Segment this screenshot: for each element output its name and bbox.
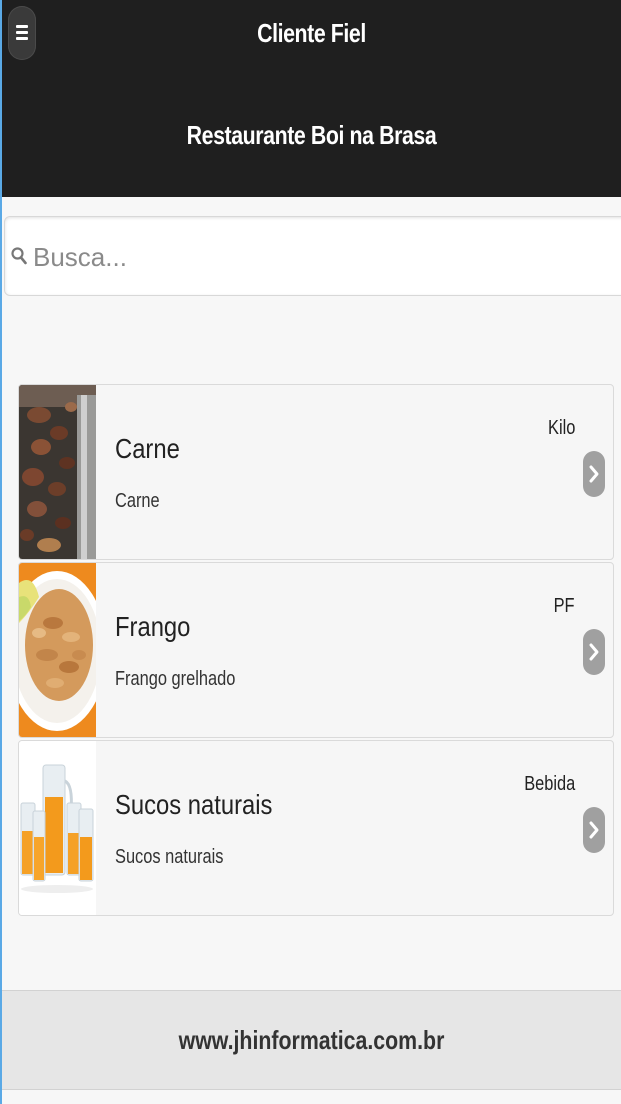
chevron-right-icon[interactable] (583, 807, 605, 853)
menu-list: Carne Carne Kilo Frango Frango grelhado … (18, 384, 614, 918)
menu-bar-line (16, 25, 28, 28)
item-title: Sucos naturais (115, 789, 273, 820)
list-item-frango[interactable]: Frango Frango grelhado PF (18, 562, 614, 738)
menu-bar-line (16, 37, 28, 40)
search-icon (11, 247, 27, 265)
menu-bar-line (16, 31, 28, 34)
chevron-right-icon[interactable] (583, 451, 605, 497)
item-description: Carne (115, 490, 160, 512)
app-title: Cliente Fiel (257, 18, 366, 48)
orange-juice-image (19, 741, 96, 915)
item-title: Carne (115, 433, 180, 464)
list-item-carne[interactable]: Carne Carne Kilo (18, 384, 614, 560)
search-bar[interactable] (4, 216, 621, 296)
chevron-right-icon[interactable] (583, 629, 605, 675)
grilled-meat-image (19, 385, 96, 559)
footer-website-link[interactable]: www.jhinformatica.com.br (58, 1025, 566, 1056)
app-header: Cliente Fiel Restaurante Boi na Brasa (2, 0, 621, 197)
item-category-tag: PF (554, 595, 575, 617)
grilled-chicken-image (19, 563, 96, 737)
hamburger-menu-icon[interactable] (8, 6, 36, 60)
app-footer: www.jhinformatica.com.br (2, 990, 621, 1090)
list-item-sucos-naturais[interactable]: Sucos naturais Sucos naturais Bebida (18, 740, 614, 916)
search-input[interactable] (31, 235, 595, 279)
item-title: Frango (115, 611, 191, 642)
item-category-tag: Kilo (547, 417, 575, 439)
item-category-tag: Bebida (523, 773, 575, 795)
item-description: Frango grelhado (115, 668, 236, 690)
restaurant-title: Restaurante Boi na Brasa (186, 120, 437, 150)
item-description: Sucos naturais (115, 846, 224, 868)
